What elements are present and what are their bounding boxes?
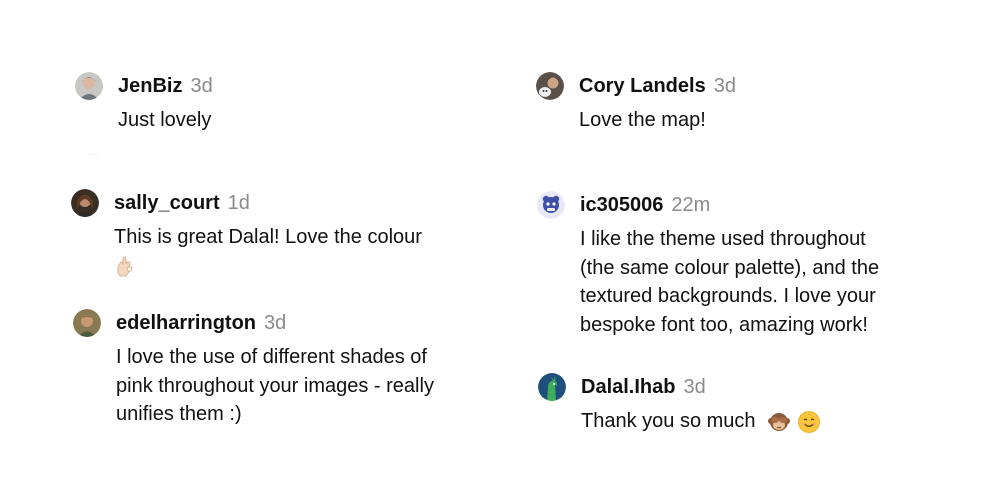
comment-timestamp[interactable]: 22m: [671, 194, 710, 217]
comment-line: textured backgrounds. I love your: [580, 285, 876, 307]
comment-timestamp[interactable]: 3d: [190, 75, 212, 98]
comment-item: Cory Landels 3d Love the map!: [536, 72, 936, 142]
comment-text: Just lovely: [118, 106, 211, 135]
comment-line: I like the theme used throughout: [580, 228, 866, 250]
comment-timestamp[interactable]: 1d: [228, 192, 250, 215]
comment-item: edelharrington 3d I love the use of diff…: [73, 309, 503, 434]
avatar[interactable]: [538, 373, 566, 401]
comment-line: unifies them :): [116, 403, 242, 425]
comment-line: Thank you so much: [581, 410, 756, 432]
comment-username[interactable]: Dalal.Ihab: [581, 376, 675, 399]
see-no-evil-monkey-emoji: [767, 410, 791, 434]
comment-item: ic305006 22m I like the theme used throu…: [537, 191, 937, 336]
comment-line: pink throughout your images - really: [116, 374, 434, 397]
comment-username[interactable]: JenBiz: [118, 75, 182, 98]
comment-text: I like the theme used throughout (the sa…: [580, 225, 879, 339]
comment-timestamp[interactable]: 3d: [683, 376, 705, 399]
smiling-face-emoji: [797, 410, 821, 434]
ok-hand-emoji: [114, 254, 138, 278]
comment-username[interactable]: edelharrington: [116, 312, 256, 335]
comment-item: JenBiz 3d Just lovely: [75, 72, 475, 142]
comment-username[interactable]: ic305006: [580, 194, 663, 217]
comment-line: Just lovely: [118, 109, 212, 131]
avatar[interactable]: [75, 72, 103, 100]
comment-username[interactable]: Cory Landels: [579, 75, 706, 98]
comment-item: Dalal.Ihab 3d Thank you so much: [538, 373, 938, 443]
avatar[interactable]: [536, 72, 564, 100]
comment-line: I love the use of different shades of: [116, 346, 427, 368]
comment-line: [114, 252, 422, 281]
comment-timestamp[interactable]: 3d: [714, 75, 736, 98]
comment-line: This is great Dalal! Love the colour: [114, 226, 422, 248]
avatar[interactable]: [73, 309, 101, 337]
comment-line: bespoke font too, amazing work!: [580, 313, 868, 336]
comment-timestamp[interactable]: 3d: [264, 312, 286, 335]
avatar[interactable]: [71, 189, 99, 217]
comment-username[interactable]: sally_court: [114, 192, 220, 215]
comment-item: sally_court 1d This is great Dalal! Love…: [71, 189, 491, 284]
comment-text: This is great Dalal! Love the colour: [114, 223, 422, 280]
avatar[interactable]: [537, 191, 565, 219]
comment-line: (the same colour palette), and the: [580, 256, 880, 279]
comment-text: I love the use of different shades of pi…: [116, 343, 434, 429]
comment-text: Thank you so much: [581, 407, 821, 436]
divider: [88, 154, 98, 155]
comment-line: Love the map!: [579, 109, 706, 131]
comment-text: Love the map!: [579, 106, 706, 135]
